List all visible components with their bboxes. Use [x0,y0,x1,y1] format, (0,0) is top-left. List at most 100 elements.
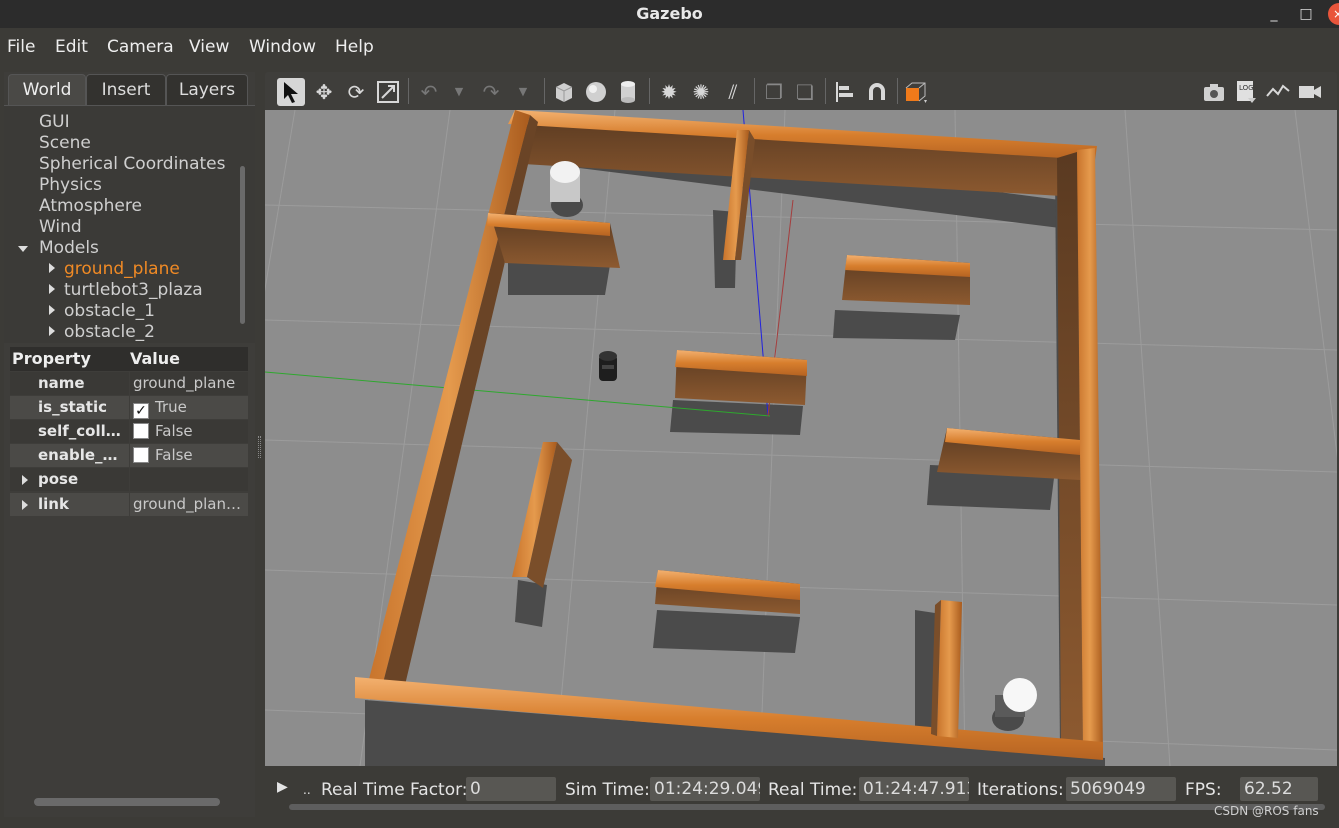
menu-help[interactable]: Help [335,37,374,57]
expand-models-icon[interactable] [18,246,28,252]
property-row-is-static: is_static ✓ True [10,396,248,420]
sim-time-value: 01:24:29.049 [650,777,760,801]
point-light-icon[interactable]: ✹ [655,78,683,106]
menu-edit[interactable]: Edit [55,37,88,57]
tree-scrollbar[interactable] [240,166,245,324]
redo-icon[interactable]: ↷ [477,78,505,106]
menu-window[interactable]: Window [249,37,316,57]
iterations-value: 5069049 [1066,777,1176,801]
tab-insert[interactable]: Insert [86,74,166,105]
real-time-factor-value: 0 [466,777,556,801]
tree-item-scene[interactable]: Scene [39,133,91,153]
spot-light-icon[interactable]: ✺ [687,78,715,106]
turtlebot3-robot[interactable] [599,351,617,381]
snap-magnet-icon[interactable] [863,78,891,106]
render-toolbar: ✥ ⟳ ↶ ▼ ↷ ▼ ✹ ✺ ⫽ ❐ ❏ LOG [265,72,1337,110]
log-icon[interactable]: LOG [1232,78,1260,106]
screenshot-icon[interactable] [1200,78,1228,106]
self-collide-value: False [155,422,193,440]
panel-horizontal-scrollbar[interactable] [34,798,220,806]
paste-icon[interactable]: ❏ [791,78,819,106]
self-collide-checkbox[interactable] [133,423,149,439]
enable-wind-value: False [155,446,193,464]
box-shape-icon[interactable] [550,78,578,106]
expand-obstacle-2-icon[interactable] [49,326,55,336]
tree-item-spherical-coordinates[interactable]: Spherical Coordinates [39,154,225,174]
tree-item-wind[interactable]: Wind [39,217,82,237]
copy-icon[interactable]: ❐ [760,78,788,106]
inner-wall-8[interactable] [937,600,962,738]
gazebo-window: Gazebo _ □ × File Edit Camera View Windo… [0,0,1339,828]
sim-time-label: Sim Time: [565,780,650,800]
scale-icon[interactable] [374,78,402,106]
minimize-button[interactable]: _ [1264,4,1284,24]
iterations-label: Iterations: [977,780,1064,800]
property-row-link[interactable]: link ground_plan… [10,493,248,517]
redo-history-icon[interactable]: ▼ [509,78,537,106]
property-value: False [130,420,248,443]
tree-item-models[interactable]: Models [39,238,99,258]
property-column-header: Property [12,349,91,368]
expand-turtlebot3-plaza-icon[interactable] [49,284,55,294]
property-value[interactable]: ground_plane [130,372,248,395]
undo-history-icon[interactable]: ▼ [445,78,473,106]
sphere-shape-icon[interactable] [582,78,610,106]
3d-scene-view[interactable] [265,110,1337,766]
expand-ground-plane-icon[interactable] [49,263,55,273]
expand-pose-icon[interactable] [22,475,28,485]
status-bar: ▶ .. Real Time Factor: 0 Sim Time: 01:24… [265,766,1337,816]
menu-file[interactable]: File [7,37,35,57]
property-value: ✓ True [130,396,248,419]
real-time-value: 01:24:47.913 [859,777,969,801]
tree-item-ground-plane[interactable]: ground_plane [64,259,180,279]
tab-world[interactable]: World [8,74,86,105]
plot-icon[interactable] [1264,78,1292,106]
status-horizontal-scrollbar[interactable] [289,804,1325,810]
fps-value: 62.52 [1240,777,1318,801]
fps-label: FPS: [1185,780,1222,800]
property-value: ground_plan… [130,493,248,516]
select-arrow-icon[interactable] [277,78,305,106]
property-row-name: name ground_plane [10,372,248,396]
tree-item-gui[interactable]: GUI [39,112,70,132]
expand-link-icon[interactable] [22,500,28,510]
real-time-label: Real Time: [768,780,858,800]
expand-status-icon[interactable]: ▶ [277,779,288,795]
tab-layers[interactable]: Layers [166,74,248,105]
tree-item-turtlebot3-plaza[interactable]: turtlebot3_plaza [64,280,203,300]
tree-item-physics[interactable]: Physics [39,175,102,195]
panel-splitter-handle[interactable] [258,436,261,458]
value-column-header: Value [130,349,181,368]
maximize-button[interactable]: □ [1296,4,1316,24]
title-bar: Gazebo _ □ × [0,0,1339,28]
tree-item-obstacle-1[interactable]: obstacle_1 [64,301,155,321]
svg-text:LOG: LOG [1239,84,1254,92]
undo-icon[interactable]: ↶ [415,78,443,106]
view-angle-icon[interactable] [902,78,930,106]
world-tree: GUI Scene Spherical Coordinates Physics … [4,105,255,343]
property-value: False [130,444,248,467]
cylinder-obstacle-top-left[interactable] [550,161,583,217]
enable-wind-checkbox[interactable] [133,447,149,463]
menu-view[interactable]: View [189,37,229,57]
menu-camera[interactable]: Camera [107,37,174,57]
video-record-icon[interactable] [1296,78,1324,106]
property-header: Property Value [10,347,248,371]
tree-item-obstacle-2[interactable]: obstacle_2 [64,322,155,342]
directional-light-icon[interactable]: ⫽ [719,78,747,106]
is-static-value: True [155,398,187,416]
property-key: name [10,372,129,395]
translate-icon[interactable]: ✥ [310,78,338,106]
property-key: is_static [10,396,129,419]
cylinder-shape-icon[interactable] [614,78,642,106]
property-key: enable_… [10,444,129,467]
property-row-pose[interactable]: pose [10,468,248,492]
rotate-icon[interactable]: ⟳ [342,78,370,106]
align-icon[interactable] [831,78,859,106]
status-dots: .. [303,783,311,797]
expand-obstacle-1-icon[interactable] [49,305,55,315]
is-static-checkbox[interactable]: ✓ [133,403,149,419]
tree-item-atmosphere[interactable]: Atmosphere [39,196,142,216]
real-time-factor-label: Real Time Factor: [321,780,468,800]
property-value [130,468,248,491]
